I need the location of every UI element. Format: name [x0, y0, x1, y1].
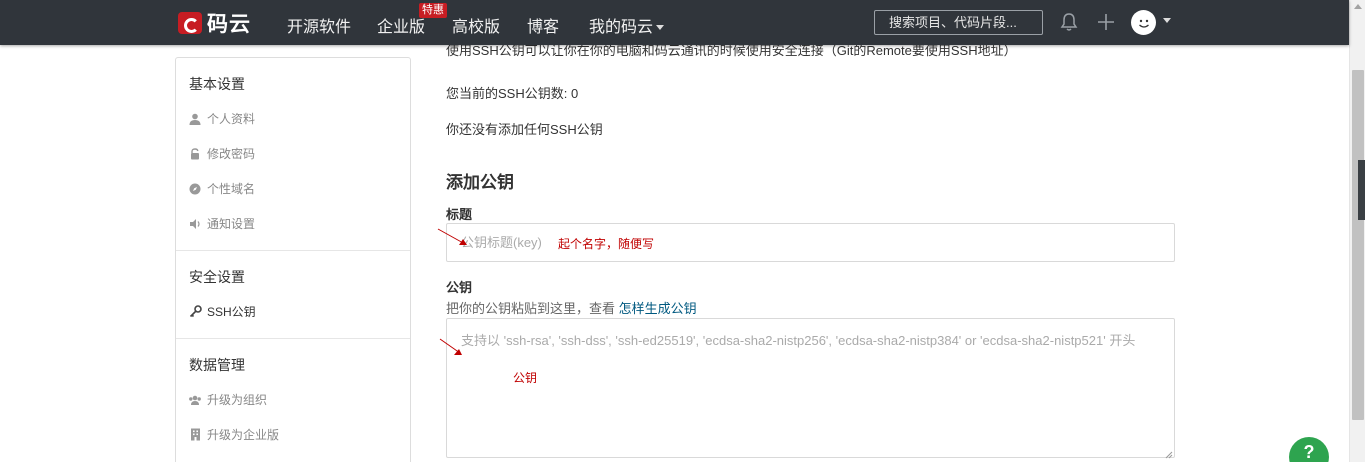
sidebar-item-label: 升级为组织 — [207, 393, 268, 407]
help-button[interactable]: ? — [1289, 437, 1329, 462]
key-title-input[interactable] — [446, 223, 1175, 262]
users-icon — [188, 393, 202, 407]
annotation-title-note: 起个名字，随便写 — [558, 237, 655, 251]
scrollbar-marker — [1358, 160, 1365, 220]
plus-icon[interactable] — [1097, 12, 1115, 32]
scroll-up-arrow-icon[interactable] — [1354, 4, 1362, 9]
nav-my-gitee[interactable]: 我的码云 — [589, 13, 665, 37]
sidebar-section-data: 数据管理 — [189, 357, 245, 373]
volume-icon — [188, 217, 202, 231]
ssh-key-count: 您当前的SSH公钥数: 0 — [446, 86, 579, 101]
logo[interactable]: 码云 — [178, 10, 251, 36]
annotation-arrow-icon — [439, 338, 462, 355]
sidebar-section-security: 安全设置 — [189, 269, 245, 285]
key-hint-text: 把你的公钥粘贴到这里，查看 — [446, 301, 616, 316]
public-key-textarea[interactable] — [446, 318, 1175, 458]
avatar[interactable] — [1131, 10, 1156, 35]
sidebar-item-profile[interactable]: 个人资料 — [188, 110, 255, 127]
sidebar-divider — [176, 250, 410, 251]
sidebar-item-upgrade-enterprise[interactable]: 升级为企业版 — [188, 426, 279, 443]
title-label: 标题 — [446, 207, 473, 222]
settings-sidebar: 基本设置 个人资料 修改密码 个性域名 通知设置 安全设置 SSH公钥 数据管理… — [175, 57, 411, 462]
top-navbar: 码云 开源软件 企业版 特惠 高校版 博客 我的码云 — [0, 0, 1349, 45]
scrollbar-thumb[interactable] — [1352, 70, 1364, 420]
key-hint: 把你的公钥粘贴到这里，查看 怎样生成公钥 — [446, 298, 697, 317]
sidebar-item-domain[interactable]: 个性域名 — [188, 180, 255, 197]
page-scrollbar[interactable] — [1349, 0, 1365, 462]
search-input[interactable] — [874, 10, 1043, 35]
sidebar-item-notifications[interactable]: 通知设置 — [188, 215, 255, 232]
sidebar-section-basic: 基本设置 — [189, 76, 245, 92]
sidebar-divider — [176, 338, 410, 339]
avatar-chevron-down-icon[interactable] — [1163, 18, 1171, 23]
nav-open-source[interactable]: 开源软件 — [287, 13, 351, 37]
sidebar-item-label: 升级为企业版 — [207, 428, 280, 442]
annotation-key-note: 公钥 — [513, 371, 538, 385]
key-label: 公钥 — [446, 280, 473, 295]
bell-icon[interactable] — [1060, 12, 1078, 32]
key-icon — [188, 305, 202, 319]
promo-badge: 特惠 — [419, 3, 447, 18]
sidebar-item-label: 个人资料 — [207, 112, 256, 126]
sidebar-item-label: 修改密码 — [207, 147, 256, 161]
nav-blog[interactable]: 博客 — [527, 13, 559, 37]
sidebar-item-upgrade-org[interactable]: 升级为组织 — [188, 391, 267, 408]
sidebar-item-label: SSH公钥 — [207, 305, 256, 319]
lock-icon — [188, 147, 202, 161]
sidebar-item-label: 个性域名 — [207, 182, 256, 196]
logo-mark-icon — [178, 12, 202, 34]
building-icon — [188, 428, 202, 442]
sidebar-item-ssh-keys[interactable]: SSH公钥 — [188, 303, 256, 320]
chevron-down-icon — [656, 25, 665, 31]
user-icon — [188, 112, 202, 126]
nav-enterprise[interactable]: 企业版 — [377, 13, 425, 37]
annotation-arrow-icon — [437, 228, 467, 245]
logo-text: 码云 — [207, 13, 251, 36]
compass-icon — [188, 182, 202, 196]
ssh-empty-text: 你还没有添加任何SSH公钥 — [446, 122, 603, 137]
sidebar-item-label: 通知设置 — [207, 217, 256, 231]
how-to-generate-key-link[interactable]: 怎样生成公钥 — [619, 301, 697, 316]
add-key-heading: 添加公钥 — [446, 173, 514, 192]
sidebar-item-password[interactable]: 修改密码 — [188, 145, 255, 162]
nav-university[interactable]: 高校版 — [452, 13, 500, 37]
resize-grip-icon[interactable] — [1164, 447, 1173, 459]
nav-my-gitee-label: 我的码云 — [589, 19, 654, 36]
